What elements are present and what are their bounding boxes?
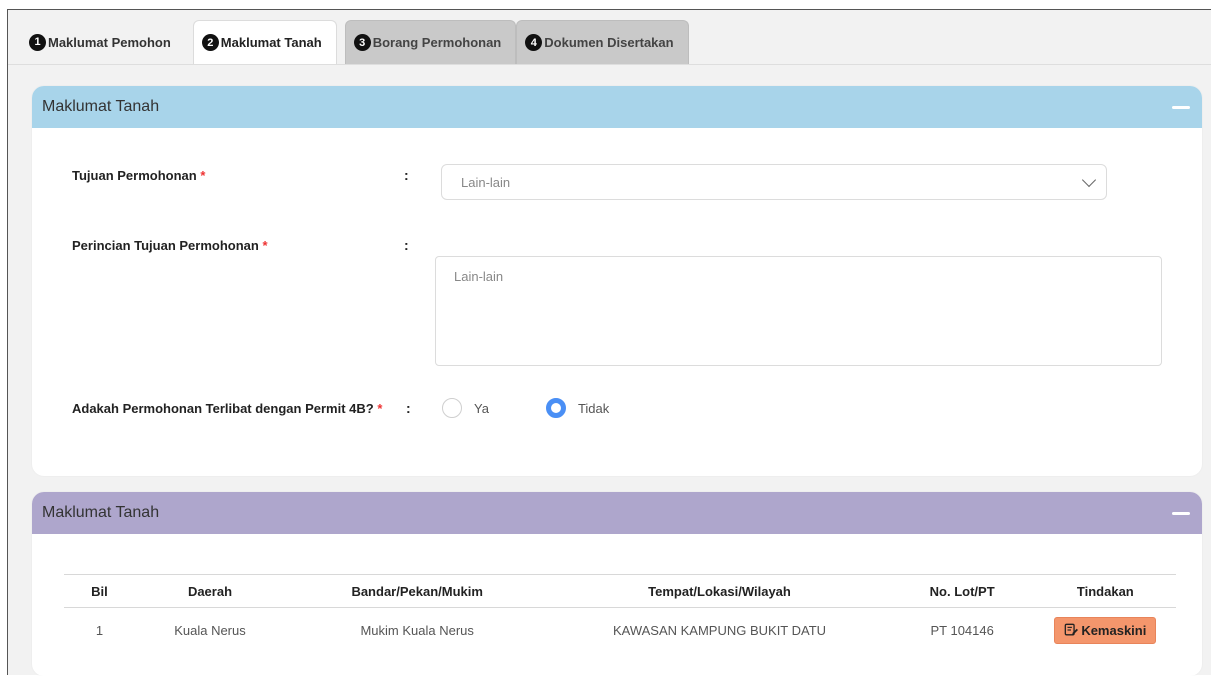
panel-title: Maklumat Tanah (42, 98, 160, 115)
colon: : (406, 400, 411, 416)
colon: : (404, 237, 409, 253)
cell-mukim: Mukim Kuala Nerus (360, 622, 474, 638)
cell-bil: 1 (95, 622, 104, 638)
panel-header: Maklumat Tanah (32, 86, 1202, 128)
maklumat-tanah-form-panel: Maklumat Tanah Tujuan Permohonan * : Lai… (32, 86, 1202, 476)
land-table: Bil Daerah Bandar/Pekan/Mukim Tempat/Lok… (64, 574, 1176, 652)
tab-maklumat-pemohon[interactable]: 1 Maklumat Pemohon (21, 20, 185, 64)
panel-header: Maklumat Tanah (32, 492, 1202, 534)
col-lot: No. Lot/PT (889, 574, 1035, 608)
tab-label: Dokumen Disertakan (544, 35, 674, 50)
tujuan-permohonan-select[interactable]: Lain-lain (441, 164, 1107, 200)
radio-ya[interactable] (442, 398, 462, 418)
collapse-minus-icon[interactable] (1172, 105, 1190, 109)
tab-maklumat-tanah[interactable]: 2 Maklumat Tanah (192, 20, 337, 64)
col-tindakan: Tindakan (1034, 574, 1176, 608)
tab-dokumen-disertakan[interactable]: 4 Dokumen Disertakan (516, 20, 689, 64)
tab-borang-permohonan[interactable]: 3 Borang Permohonan (344, 20, 517, 64)
label-text: Adakah Permohonan Terlibat dengan Permit… (72, 401, 374, 416)
permit-4b-label: Adakah Permohonan Terlibat dengan Permit… (72, 401, 382, 416)
tab-label: Borang Permohonan (372, 35, 502, 50)
step-number-1-icon: 1 (29, 33, 46, 51)
col-daerah: Daerah (134, 574, 285, 608)
select-value: Lain-lain (461, 174, 511, 190)
table-header-row: Bil Daerah Bandar/Pekan/Mukim Tempat/Lok… (64, 574, 1176, 608)
step-number-3-icon: 3 (353, 34, 371, 51)
cell-daerah: Kuala Nerus (174, 622, 246, 638)
step-number-2-icon: 2 (201, 34, 219, 51)
perincian-tujuan-textarea[interactable]: Lain-lain (435, 256, 1162, 366)
maklumat-tanah-table-panel: Maklumat Tanah Bil Daerah Bandar/Pekan/M… (32, 492, 1202, 676)
edit-document-icon (1064, 623, 1079, 636)
cell-lot: PT 104146 (930, 622, 994, 638)
step-tabs: 1 Maklumat Pemohon 2 Maklumat Tanah 3 Bo… (21, 20, 689, 64)
label-text: Tujuan Permohonan (72, 168, 197, 183)
tab-label: Maklumat Pemohon (48, 34, 171, 50)
radio-ya-label: Ya (474, 400, 489, 416)
tab-label: Maklumat Tanah (220, 35, 322, 50)
required-mark: * (262, 238, 268, 253)
chevron-down-icon (1081, 172, 1097, 187)
col-bil: Bil (64, 574, 135, 608)
tab-divider (8, 64, 1211, 65)
kemaskini-button[interactable]: Kemaskini (1054, 616, 1157, 644)
cell-tindakan: Kemaskini (1035, 608, 1176, 653)
perincian-tujuan-label: Perincian Tujuan Permohonan * (72, 238, 268, 253)
col-mukim: Bandar/Pekan/Mukim (284, 574, 550, 608)
col-tempat: Tempat/Lokasi/Wilayah (549, 574, 890, 608)
button-label: Kemaskini (1081, 622, 1147, 638)
cell-tempat: KAWASAN KAMPUNG BUKIT DATU (612, 622, 827, 638)
required-mark: * (377, 401, 383, 416)
tujuan-permohonan-label: Tujuan Permohonan * (72, 168, 205, 183)
panel-title: Maklumat Tanah (42, 504, 160, 521)
required-mark: * (200, 168, 206, 183)
permit-4b-radio-group: Ya Tidak (442, 398, 609, 418)
label-text: Perincian Tujuan Permohonan (72, 238, 259, 253)
radio-tidak-label: Tidak (577, 400, 610, 416)
colon: : (404, 167, 409, 183)
collapse-minus-icon[interactable] (1172, 511, 1190, 515)
radio-tidak[interactable] (545, 398, 566, 418)
step-number-4-icon: 4 (525, 34, 543, 51)
table-row: 1 Kuala Nerus Mukim Kuala Nerus KAWASAN … (64, 608, 1176, 653)
app-frame: 1 Maklumat Pemohon 2 Maklumat Tanah 3 Bo… (7, 9, 1211, 676)
